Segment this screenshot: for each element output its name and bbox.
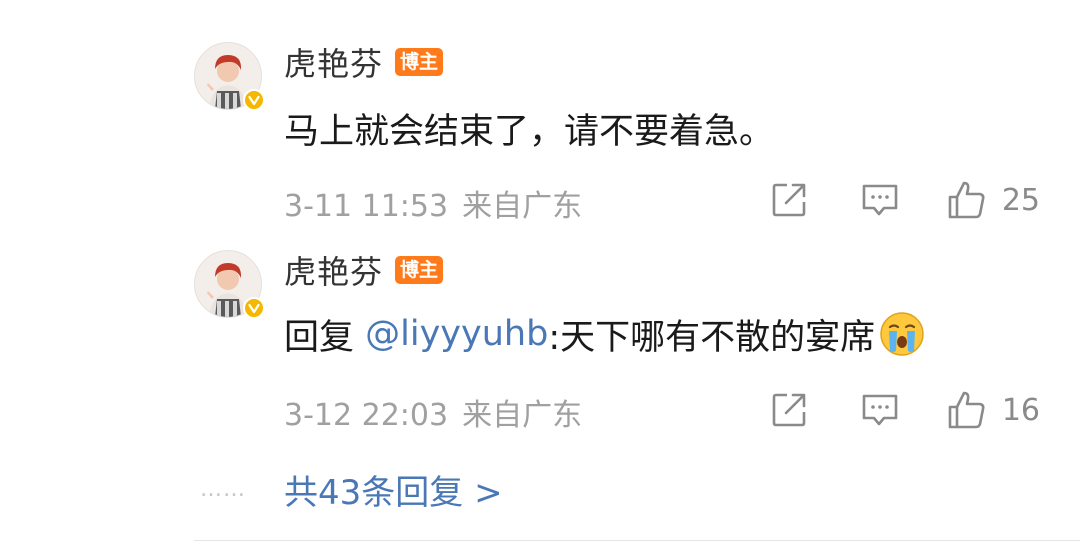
reply-text: 马上就会结束了，请不要着急。 (284, 100, 774, 156)
comment-icon (862, 184, 898, 216)
crying-face-icon (880, 312, 924, 356)
thumbs-up-icon (948, 391, 985, 429)
more-replies-link[interactable]: 共43条回复 > (284, 465, 503, 514)
avatar[interactable] (194, 42, 265, 111)
verified-icon (243, 89, 265, 111)
verified-icon (243, 297, 265, 319)
name-row: 虎艳芬 博主 (284, 247, 444, 293)
share-icon (772, 183, 806, 217)
location: 来自广东 (462, 398, 583, 433)
reply-prefix: 回复 (284, 317, 366, 358)
action-bar: 25 (770, 178, 1040, 222)
like-count: 25 (1001, 182, 1040, 218)
comment-icon (862, 394, 898, 426)
comment-button[interactable] (860, 181, 900, 219)
like-button[interactable]: 16 (946, 389, 1040, 431)
comment-button[interactable] (860, 391, 900, 429)
blogger-badge: 博主 (395, 256, 444, 284)
like-button[interactable]: 25 (946, 179, 1040, 221)
reply-body: :天下哪有不散的宴席 (548, 317, 876, 358)
mention-link[interactable]: @liyyyuhb (365, 314, 548, 354)
username[interactable]: 虎艳芬 (284, 247, 383, 293)
location: 来自广东 (462, 189, 583, 224)
dots-separator: …… (200, 476, 246, 502)
share-icon (772, 393, 806, 427)
reply-body: 马上就会结束了，请不要着急。 (284, 111, 775, 152)
reply-text: 回复 @liyyyuhb:天下哪有不散的宴席 (284, 306, 925, 362)
share-button[interactable] (770, 391, 808, 429)
timestamp: 3-12 22:03 (284, 398, 449, 433)
name-row: 虎艳芬 博主 (284, 39, 444, 85)
reply-meta: 3-12 22:03 来自广东 (284, 390, 582, 434)
username[interactable]: 虎艳芬 (284, 39, 383, 85)
avatar[interactable] (194, 250, 265, 319)
more-replies-row: …… 共43条回复 > (200, 465, 503, 514)
reply-meta: 3-11 11:53 来自广东 (284, 181, 582, 225)
like-count: 16 (1001, 392, 1040, 428)
timestamp: 3-11 11:53 (284, 189, 449, 224)
blogger-badge: 博主 (395, 48, 444, 76)
thumbs-up-icon (948, 181, 985, 219)
divider (194, 540, 1080, 541)
share-button[interactable] (770, 181, 808, 219)
action-bar: 16 (770, 388, 1040, 432)
